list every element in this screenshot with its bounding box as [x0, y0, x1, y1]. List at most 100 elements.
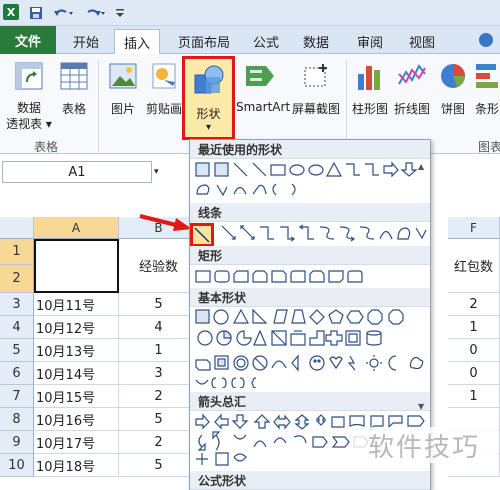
table-button[interactable]: 表格 — [56, 60, 92, 117]
cell-f1-header[interactable]: 红包数 — [448, 239, 500, 293]
tab-insert[interactable]: 插入 — [114, 29, 160, 54]
cell-date[interactable]: 10月16号 — [34, 408, 119, 431]
row-header-10[interactable]: 10 — [0, 454, 34, 477]
shapes-label: 形状 — [196, 107, 221, 121]
cell-date[interactable]: 10月18号 — [34, 454, 119, 477]
group-label-tables: 表格 — [34, 140, 59, 154]
shapes-icon — [192, 63, 226, 97]
tab-page-layout[interactable]: 页面布局 — [168, 29, 240, 54]
row-header-7[interactable]: 7 — [0, 385, 34, 408]
help-icon[interactable] — [478, 32, 494, 48]
name-box-dropdown-icon[interactable]: ▾ — [154, 167, 159, 177]
name-box[interactable]: A1 — [2, 161, 152, 183]
select-all-corner[interactable] — [0, 217, 34, 239]
shapes-button[interactable]: 形状 ▾ — [182, 56, 235, 140]
shapes-dropdown-arrow-icon: ▾ — [205, 122, 212, 133]
smartart-label: SmartArt — [236, 100, 291, 114]
bar-chart-icon — [474, 60, 500, 92]
customize-quick-access-icon[interactable] — [114, 4, 126, 22]
cell-exp[interactable]: 4 — [119, 316, 199, 339]
row-header-5[interactable]: 5 — [0, 339, 34, 362]
cell-date[interactable]: 10月17号 — [34, 431, 119, 454]
cell-redpacket[interactable]: 0 — [448, 339, 500, 362]
group-label-charts: 图表 — [478, 140, 500, 154]
column-chart-button[interactable]: 柱形图 — [350, 60, 390, 117]
bar-chart-button[interactable]: 条形 — [474, 60, 500, 117]
picture-icon — [108, 60, 138, 92]
cell-exp[interactable]: 2 — [119, 385, 199, 408]
picture-label: 图片 — [110, 102, 135, 116]
clipart-icon — [149, 60, 179, 92]
tab-view[interactable]: 视图 — [402, 29, 442, 54]
row-header-9[interactable]: 9 — [0, 431, 34, 454]
save-icon[interactable] — [28, 4, 44, 22]
picture-button[interactable]: 图片 — [104, 60, 142, 117]
section-equation-shapes: 公式形状 — [190, 471, 430, 490]
row-header-3[interactable]: 3 — [0, 293, 34, 316]
cell-exp[interactable]: 1 — [119, 339, 199, 362]
cell-date[interactable]: 10月13号 — [34, 339, 119, 362]
cell-a1-selected[interactable] — [34, 239, 119, 293]
scroll-up-icon[interactable]: ▲ — [418, 162, 428, 172]
tab-home[interactable]: 开始 — [62, 29, 110, 54]
basic-shapes-grid — [194, 308, 428, 391]
cell-redpacket[interactable]: 0 — [448, 362, 500, 385]
undo-icon[interactable] — [50, 4, 76, 22]
pivot-table-label-2: 透视表 — [6, 117, 43, 131]
line-shape-selected[interactable] — [190, 223, 214, 247]
table-icon — [59, 60, 89, 92]
cell-date[interactable]: 10月12号 — [34, 316, 119, 339]
cell-exp[interactable]: 5 — [119, 408, 199, 431]
cell-redpacket[interactable]: 1 — [448, 316, 500, 339]
cell-exp[interactable]: 5 — [119, 454, 199, 477]
screenshot-icon — [301, 60, 331, 92]
cell-exp[interactable]: 2 — [119, 431, 199, 454]
pie-chart-icon — [438, 60, 468, 92]
redo-icon[interactable] — [82, 4, 108, 22]
section-rectangles: 矩形 — [190, 246, 430, 265]
scroll-down-icon[interactable]: ▼ — [418, 402, 428, 412]
tab-review[interactable]: 审阅 — [350, 29, 390, 54]
row-header-4[interactable]: 4 — [0, 316, 34, 339]
line-chart-button[interactable]: 折线图 — [392, 60, 432, 117]
red-pointer-arrow-icon — [138, 212, 194, 234]
screenshot-button[interactable]: 屏幕截图 — [288, 60, 344, 117]
row-header-8[interactable]: 8 — [0, 408, 34, 431]
cell-redpacket[interactable]: 1 — [448, 385, 500, 408]
column-chart-icon — [355, 60, 385, 92]
line-chart-label: 折线图 — [393, 102, 430, 116]
screenshot-label: 屏幕截图 — [291, 102, 340, 116]
pivot-table-icon — [13, 60, 45, 92]
column-header-f[interactable]: F — [448, 217, 500, 239]
ribbon-tabs: 文件 开始 插入 页面布局 公式 数据 审阅 视图 — [0, 26, 500, 54]
cell-exp[interactable]: 3 — [119, 362, 199, 385]
section-recent-shapes: 最近使用的形状 — [190, 140, 430, 159]
lines-row — [220, 224, 428, 247]
section-basic-shapes: 基本形状 — [190, 288, 430, 307]
clipart-button[interactable]: 剪贴画 — [144, 60, 184, 117]
row-header-2[interactable]: 2 — [0, 265, 34, 293]
excel-logo-icon: X — [3, 4, 19, 20]
section-block-arrows: 箭头总汇 — [190, 392, 430, 411]
row-header-6[interactable]: 6 — [0, 362, 34, 385]
clipart-label: 剪贴画 — [145, 102, 182, 116]
smartart-button[interactable]: SmartArt — [236, 60, 291, 114]
pivot-table-button[interactable]: 数据 透视表 ▾ — [4, 60, 54, 132]
cell-b1-header[interactable]: 经验数 — [119, 239, 199, 293]
pivot-table-label: 数据 — [16, 101, 41, 115]
tab-file[interactable]: 文件 — [0, 26, 56, 54]
column-chart-label: 柱形图 — [351, 102, 388, 116]
tab-formulas[interactable]: 公式 — [246, 29, 286, 54]
title-bar: X — [0, 0, 500, 26]
pie-chart-label: 饼图 — [440, 102, 465, 116]
cell-exp[interactable]: 5 — [119, 293, 199, 316]
column-header-a[interactable]: A — [34, 217, 119, 239]
cell-date[interactable]: 10月15号 — [34, 385, 119, 408]
smartart-icon — [244, 60, 278, 92]
cell-redpacket[interactable]: 2 — [448, 293, 500, 316]
tab-data[interactable]: 数据 — [296, 29, 336, 54]
row-header-1[interactable]: 1 — [0, 239, 34, 265]
cell-date[interactable]: 10月11号 — [34, 293, 119, 316]
cell-date[interactable]: 10月14号 — [34, 362, 119, 385]
pie-chart-button[interactable]: 饼图 — [436, 60, 470, 117]
